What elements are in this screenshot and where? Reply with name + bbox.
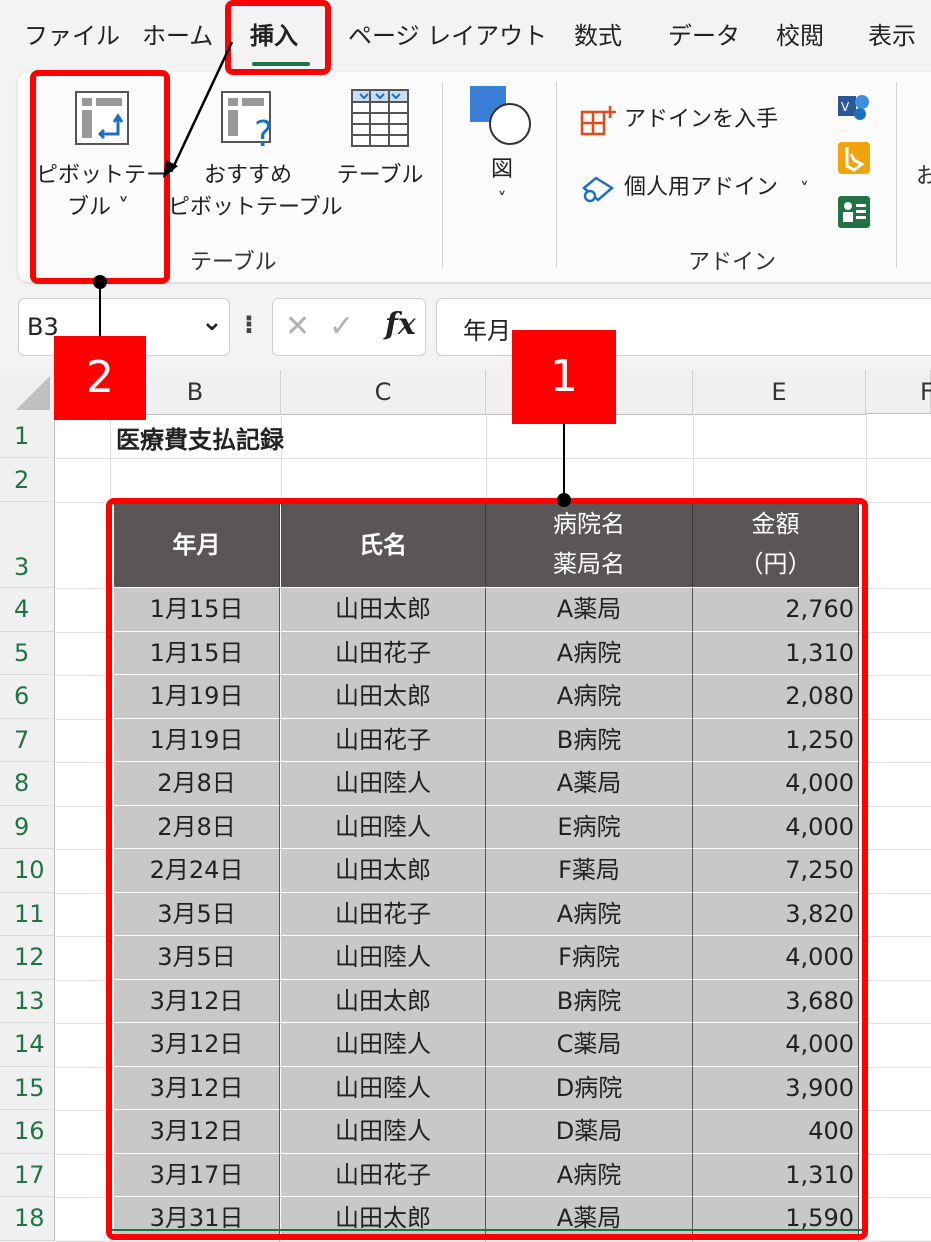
callout-2: 2 <box>54 336 146 420</box>
grid-line <box>56 1240 931 1242</box>
callout-1: 1 <box>512 330 616 424</box>
annotation-lines <box>93 41 571 507</box>
